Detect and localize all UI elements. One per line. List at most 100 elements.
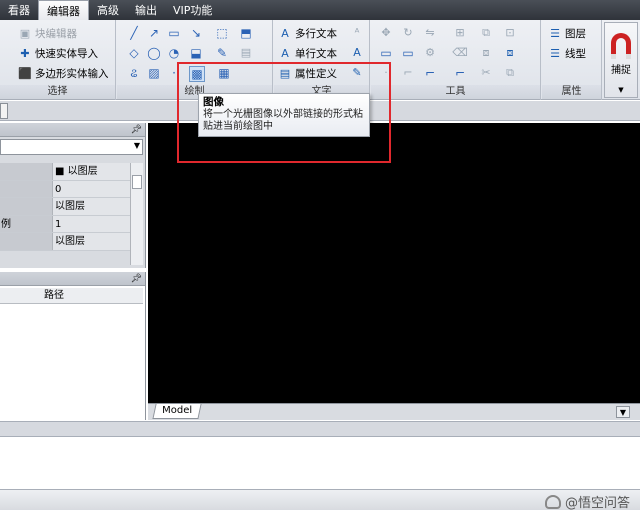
model-tab-label: Model [162, 405, 193, 416]
fillet-tool[interactable]: ⌐ [401, 66, 415, 80]
quick-import-label: 快速实体导入 [35, 48, 98, 60]
rectangle-tool[interactable]: ▭ [167, 26, 181, 40]
layers-icon: ☰ [550, 26, 560, 40]
image-tool[interactable]: ▩ [189, 66, 205, 82]
watermark: @悟空问答 [544, 492, 630, 511]
text-icon: A [281, 46, 289, 60]
revcloud-icon: ଌ [130, 66, 138, 80]
region-tool[interactable]: ⬒ [239, 26, 253, 40]
command-line-area[interactable] [0, 437, 640, 489]
pin-icon[interactable]: 📌︎ [131, 272, 142, 286]
attdef-button[interactable]: ▤ 属性定义 [278, 66, 337, 81]
rotate-tool[interactable]: ↻ [401, 26, 415, 40]
properties-panel: 📌︎ ▼ ■ 以图层 0 以图层 例 1 以图层 [0, 123, 146, 268]
polygon-icon: ⬛ [18, 66, 32, 80]
text-label: 单行文本 [295, 48, 337, 60]
erase-tool[interactable]: ⌫ [452, 46, 468, 60]
ribbon-group-draw: ╱ ↗ ▭ ↘ ⬚ ⬒ ◇ ◯ ◔ ⬓ ✎ ▤ ଌ ▨ · ▩ ▦ 绘制 [117, 20, 273, 100]
layers-button[interactable]: ☰ 图层 [548, 26, 586, 41]
explode-tool[interactable]: ⊡ [503, 26, 517, 40]
array-tool[interactable]: ⊞ [453, 26, 467, 40]
table-row[interactable]: 0 [0, 180, 130, 198]
snap-capture-button[interactable]: 捕捉 ▼ [604, 22, 638, 98]
trim-tool[interactable]: ✂ [479, 66, 493, 80]
filter-tool[interactable]: ⧉ [503, 66, 517, 80]
quick-import-button[interactable]: ✚ 快速实体导入 [18, 46, 98, 61]
table-row[interactable]: 以图层 [0, 198, 130, 216]
pen-tool[interactable]: ✎ [215, 46, 229, 60]
spellcheck-button[interactable]: ᴬ [350, 26, 364, 40]
scrollbar-thumb[interactable] [132, 175, 142, 189]
move-tool[interactable]: ✥ [379, 26, 393, 40]
document-tab[interactable] [0, 103, 8, 119]
properties-panel-header: 📌︎ [0, 123, 145, 137]
dot-tool[interactable]: · [379, 66, 393, 80]
line-tool[interactable]: ╱ [127, 26, 141, 40]
block-icon: ⬓ [190, 46, 202, 60]
menu-editor[interactable]: 编辑器 [38, 0, 89, 20]
circle-tool[interactable]: ◇ [127, 46, 141, 60]
point-icon: · [172, 66, 176, 80]
arc-tool[interactable]: ◔ [167, 46, 181, 60]
hatch-select-tool[interactable]: ⬚ [215, 26, 229, 40]
offset-tool[interactable]: ▭ [379, 46, 393, 60]
ribbon-group-tools: ✥ ↻ ⇋ ⊞ ⧉ ⊡ ▭ ▭ ⚙ ⌫ ⧈ ⧈ · ⌐ ⌐ ⌐ ✂ ⧉ 工具 [371, 20, 541, 100]
polyline-tool[interactable]: ↗ [147, 26, 161, 40]
join-tool[interactable]: ⧈ [479, 46, 493, 60]
table-row[interactable]: 以图层 [0, 233, 130, 251]
model-tab[interactable]: Model [152, 404, 202, 419]
properties-scrollbar[interactable] [130, 163, 143, 265]
pen-icon: ✎ [216, 46, 228, 60]
circle-icon: ◇ [129, 46, 139, 60]
hatch-tool[interactable]: ▨ [147, 66, 161, 80]
property-name [0, 163, 52, 180]
linetype-button[interactable]: ☰ 线型 [548, 46, 586, 61]
copy-tool[interactable]: ⧉ [479, 26, 493, 40]
match-tool[interactable]: ⚙ [423, 46, 437, 60]
chevron-down-icon[interactable]: ▼ [616, 406, 630, 418]
edit-text-icon: ✎ [352, 66, 362, 79]
watermark-text: @悟空问答 [564, 496, 630, 511]
ribbon-group-properties: ☰ 图层 ☰ 线型 属性 [542, 20, 602, 100]
table-tool[interactable]: ▦ [217, 66, 231, 80]
mtext-button[interactable]: A 多行文本 [278, 26, 337, 41]
files-panel: 📌︎ 路径 [0, 272, 146, 420]
property-value: 以图层 [52, 233, 130, 250]
snap-capture-label: 捕捉 [611, 65, 631, 76]
table-row[interactable]: ■ 以图层 [0, 163, 130, 181]
tools-group-label: 工具 [371, 85, 540, 99]
spline-tool[interactable]: ↘ [189, 26, 203, 40]
pin-icon[interactable]: 📌︎ [131, 123, 142, 137]
chamfer-tool[interactable]: ⌐ [423, 66, 437, 80]
menu-advanced[interactable]: 高级 [89, 0, 127, 20]
point-tool[interactable]: · [167, 66, 181, 80]
entity-type-select[interactable]: ▼ [0, 139, 143, 155]
drawing-canvas[interactable] [148, 123, 640, 403]
image-tooltip: 图像 将一个光栅图像以外部链接的形式粘贴进当前绘图中 [198, 93, 370, 137]
block-editor-icon: ▣ [19, 26, 31, 40]
spellcheck-icon: ᴬ [354, 26, 360, 39]
table-row[interactable]: 例 1 [0, 215, 130, 233]
block-editor-button[interactable]: ▣ 块编辑器 [18, 26, 77, 41]
extend-tool[interactable]: ⌐ [453, 66, 467, 80]
menu-output[interactable]: 输出 [127, 0, 165, 20]
polygon-input-button[interactable]: ⬛ 多边形实体输入 [18, 66, 109, 81]
copy-icon: ⧉ [482, 26, 490, 39]
mirror-tool[interactable]: ⇋ [423, 26, 437, 40]
text-button[interactable]: A 单行文本 [278, 46, 337, 61]
menu-viewer[interactable]: 看器 [0, 0, 38, 20]
wipeout-tool[interactable]: ▤ [239, 46, 253, 60]
group-tool[interactable]: ⧈ [503, 46, 517, 60]
files-panel-header: 📌︎ [0, 272, 145, 286]
scale-tool[interactable]: ▭ [401, 46, 415, 60]
property-name: 例 [0, 215, 52, 232]
polygon-input-label: 多边形实体输入 [35, 68, 109, 80]
revcloud-tool[interactable]: ଌ [127, 66, 141, 80]
menu-vip[interactable]: VIP功能 [165, 0, 220, 20]
block-editor-label: 块编辑器 [35, 28, 77, 40]
text-style-button[interactable]: A [350, 46, 364, 60]
edit-text-button[interactable]: ✎ [350, 66, 364, 80]
ellipse-tool[interactable]: ◯ [147, 46, 161, 60]
block-tool[interactable]: ⬓ [189, 46, 203, 60]
files-column-header[interactable]: 路径 [0, 288, 143, 304]
